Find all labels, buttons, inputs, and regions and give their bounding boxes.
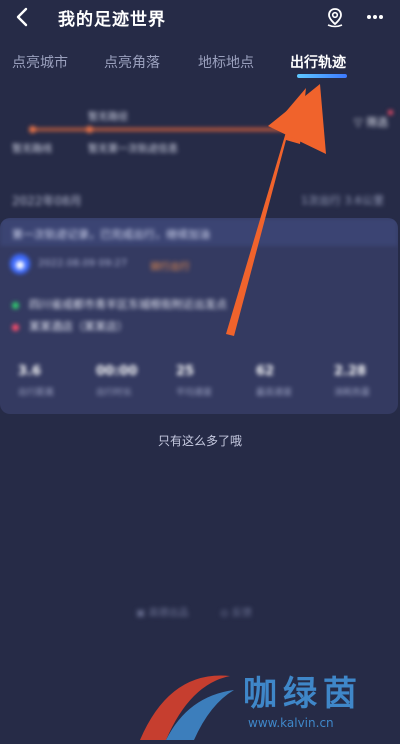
watermark-text: 咖绿茵 (243, 674, 363, 714)
feedback-icon: ◎ (220, 608, 229, 619)
location-pin-button[interactable] (322, 4, 348, 30)
trip-card[interactable]: 第一次轨迹记录，已完成出行，继续加油 ● 2022.08.09 09:27 骑行… (0, 218, 398, 414)
stat-distance: 3.6 出行距离 (18, 364, 78, 398)
filter-icon: ▽ (354, 116, 363, 129)
stat-label: 最高速度 (256, 388, 293, 398)
end-of-list-text: 只有这么多了哦 (157, 434, 242, 448)
user-avatar: ● (10, 254, 30, 274)
month-label: 2022年08月 (12, 194, 82, 208)
watermark: 咖绿茵 www.kalvin.cn (130, 660, 400, 744)
footer-right-link-text: 反馈 (231, 608, 252, 619)
stat-calories: 2.28 消耗热量 (334, 364, 394, 398)
end-location-text: 某某酒店（某某店） (29, 320, 128, 333)
timeline-top-label: 暂无路径 (88, 112, 128, 123)
timeline-line (32, 128, 302, 131)
stat-value: 00:00 (96, 364, 138, 379)
month-summary: 1次出行 3.6公里 (301, 194, 384, 207)
stat-avg-speed: 25 平均速度 (176, 364, 236, 398)
card-banner-text: 第一次轨迹记录，已完成出行，继续加油 (12, 228, 210, 241)
start-dot-icon (12, 301, 19, 309)
stat-label: 消耗热量 (334, 388, 371, 398)
notification-dot (388, 110, 393, 115)
watermark-logo-icon (140, 675, 234, 740)
end-dot-icon (12, 323, 19, 331)
trip-tag: 骑行出行 (150, 262, 190, 273)
more-dots-icon (367, 15, 383, 19)
stat-label: 出行距离 (18, 388, 55, 398)
stat-duration: 00:00 出行时长 (96, 364, 156, 398)
footer-left-link-text: 高德出品 (148, 608, 189, 619)
stat-value: 3.6 (18, 364, 42, 379)
stat-value: 62 (256, 364, 275, 379)
footer-left-link[interactable]: ▣ 高德出品 (136, 604, 189, 619)
brand-icon: ▣ (136, 608, 146, 619)
footer-right-link[interactable]: ◎ 反馈 (220, 604, 252, 619)
tab-corners[interactable]: 点亮角落 (104, 52, 160, 72)
trip-time: 2022.08.09 09:27 (38, 258, 128, 269)
month-header: 2022年08月 1次出行 3.6公里 (12, 190, 388, 212)
location-pin-icon (327, 8, 343, 28)
timeline-start-dot (29, 126, 36, 133)
chevron-left-icon (16, 7, 28, 27)
start-location: 四川省成都市青羊区东城根街附近出发点 (12, 296, 227, 312)
tab-bar: 点亮城市 点亮角落 地标地点 出行轨迹 (0, 44, 400, 84)
end-location: 某某酒店（某某店） (12, 318, 128, 334)
start-location-text: 四川省成都市青羊区东城根街附近出发点 (29, 298, 227, 311)
filter-label: 筛选 (366, 116, 388, 129)
more-button[interactable] (362, 4, 388, 30)
filter-button[interactable]: ▽ 筛选 (354, 110, 393, 130)
page-title: 我的足迹世界 (58, 10, 166, 30)
timeline-mid-label: 暂无第一次轨迹信息 (88, 144, 178, 155)
watermark-url: www.kalvin.cn (248, 716, 334, 730)
card-banner: 第一次轨迹记录，已完成出行，继续加油 (0, 218, 398, 246)
tab-landmarks[interactable]: 地标地点 (198, 52, 254, 72)
stat-label: 平均速度 (176, 388, 213, 398)
stat-value: 25 (176, 364, 195, 379)
trip-timeline: 暂无路径 暂无路线 暂无第一次轨迹信息 ▽ 筛选 (12, 100, 400, 170)
tab-trips[interactable]: 出行轨迹 (290, 52, 346, 72)
app-header: 我的足迹世界 (0, 0, 400, 36)
stat-label: 出行时长 (96, 388, 133, 398)
stat-max-speed: 62 最高速度 (256, 364, 316, 398)
stat-value: 2.28 (334, 364, 367, 379)
timeline-left-label: 暂无路线 (12, 144, 52, 155)
tab-cities[interactable]: 点亮城市 (12, 52, 68, 72)
trip-stats: 3.6 出行距离 00:00 出行时长 25 平均速度 62 最高速度 2.28… (0, 364, 398, 408)
active-tab-indicator (297, 74, 347, 78)
timeline-mid-dot (86, 126, 93, 133)
back-button[interactable] (10, 4, 34, 30)
footer-links: ▣ 高德出品 ◎ 反馈 (0, 600, 400, 624)
